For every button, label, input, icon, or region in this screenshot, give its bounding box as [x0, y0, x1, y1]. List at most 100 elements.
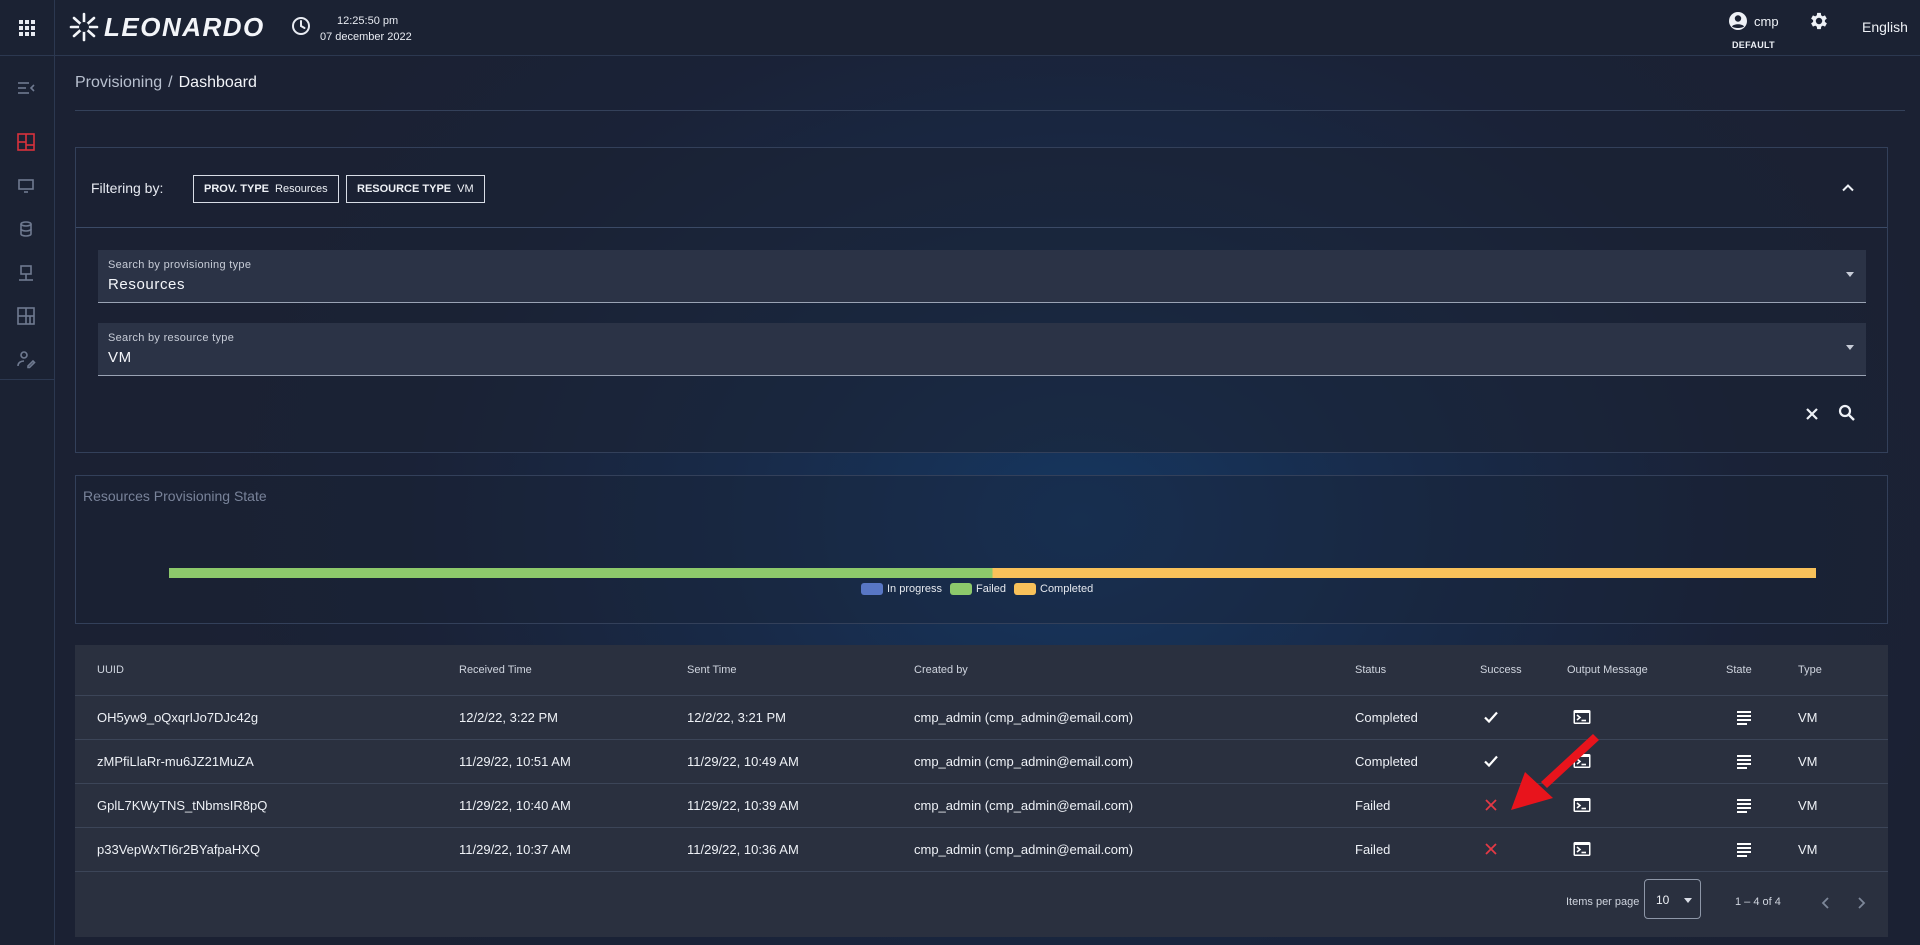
filter-chip-resource-type[interactable]: RESOURCE TYPE VM: [346, 175, 485, 203]
cell-type: VM: [1798, 710, 1818, 725]
clock-icon: [292, 17, 310, 35]
header-created-by[interactable]: Created by: [914, 664, 968, 676]
language-selector[interactable]: English: [1862, 19, 1908, 35]
cell-created-by: cmp_admin (cmp_admin@email.com): [914, 710, 1134, 725]
cell-status: Failed: [1355, 798, 1391, 813]
legend-label: Failed: [976, 583, 1006, 595]
cell-received-time: 11/29/22, 10:37 AM: [459, 842, 571, 857]
cell-created-by: cmp_admin (cmp_admin@email.com): [914, 842, 1134, 857]
table-row[interactable]: zMPfiLlaRr-mu6JZ21MuZA 11/29/22, 10:51 AM…: [75, 739, 1888, 783]
gear-icon[interactable]: [1808, 10, 1830, 32]
dashboard-icon[interactable]: [14, 130, 38, 154]
cell-uuid: p33VepWxTI6r2BYafpaHXQ: [97, 842, 261, 857]
user-menu[interactable]: cmp DEFAULT: [1726, 10, 1780, 52]
header-success[interactable]: Success: [1480, 664, 1522, 676]
current-time: 12:25:50 pm: [337, 15, 399, 27]
cell-received-time: 11/29/22, 10:40 AM: [459, 798, 571, 813]
chevron-up-icon[interactable]: [1838, 178, 1858, 198]
bar-segment-failed[interactable]: [169, 568, 993, 578]
resource-type-select[interactable]: Search by resource type VM: [98, 323, 1866, 376]
legend-swatch: [861, 583, 883, 595]
items-per-page-value: 10: [1656, 893, 1670, 907]
workstation-icon[interactable]: [14, 261, 38, 285]
legend-item-failed[interactable]: Failed: [950, 583, 1006, 595]
bar-segment-completed[interactable]: [992, 568, 1817, 578]
list-lines-icon[interactable]: [1734, 751, 1754, 771]
check-icon: [1484, 711, 1498, 724]
provisioning-type-select[interactable]: Search by provisioning type Resources: [98, 250, 1866, 303]
legend-label: Completed: [1040, 583, 1094, 595]
legend-swatch: [1014, 583, 1036, 595]
list-lines-icon[interactable]: [1734, 707, 1754, 727]
terminal-icon[interactable]: [1572, 839, 1592, 859]
cell-type: VM: [1798, 754, 1818, 769]
breadcrumb-divider: [75, 110, 1905, 111]
current-date: 07 december 2022: [320, 31, 412, 43]
table-header: UUID Received Time Sent Time Created by …: [75, 645, 1888, 695]
legend-item-completed[interactable]: Completed: [1014, 583, 1093, 595]
field-value: Resources: [108, 276, 186, 293]
header-type[interactable]: Type: [1798, 664, 1822, 676]
pagination-range: 1 – 4 of 4: [1735, 896, 1781, 908]
chip-key: RESOURCE TYPE: [357, 183, 452, 195]
legend-item-in-progress[interactable]: In progress: [861, 583, 942, 595]
collapse-menu-icon[interactable]: [14, 76, 38, 100]
provisioning-state-chart: [169, 568, 1817, 578]
provisioning-table: UUID Received Time Sent Time Created by …: [75, 645, 1888, 937]
cell-created-by: cmp_admin (cmp_admin@email.com): [914, 798, 1134, 813]
monitor-icon[interactable]: [14, 174, 38, 198]
chevron-left-icon[interactable]: [1817, 894, 1835, 912]
filter-label: Filtering by:: [91, 180, 164, 196]
top-bar: LEONARDO 12:25:50 pm 07 december 2022 cm…: [0, 0, 1920, 56]
red-arrow-icon: [1511, 734, 1599, 810]
sidebar-divider: [0, 379, 55, 380]
database-icon[interactable]: [14, 217, 38, 241]
cell-uuid: zMPfiLlaRr-mu6JZ21MuZA: [97, 754, 254, 769]
user-role: DEFAULT: [1732, 40, 1775, 50]
items-per-page-select[interactable]: 10: [1644, 879, 1701, 919]
field-label: Search by provisioning type: [108, 259, 252, 271]
breadcrumb-separator: /: [168, 74, 173, 91]
cell-received-time: 11/29/22, 10:51 AM: [459, 754, 571, 769]
header-state[interactable]: State: [1726, 664, 1752, 676]
user-name: cmp: [1754, 14, 1779, 29]
header-uuid[interactable]: UUID: [97, 664, 124, 676]
filter-panel: Filtering by: PROV. TYPE Resources RESOUR…: [75, 147, 1888, 453]
search-icon[interactable]: [1837, 403, 1857, 423]
cross-icon: [1485, 843, 1497, 855]
breadcrumb: Provisioning / Dashboard: [75, 74, 257, 92]
clear-icon[interactable]: [1802, 404, 1822, 424]
chevron-right-icon[interactable]: [1852, 894, 1870, 912]
apps-grid-icon[interactable]: [14, 15, 40, 41]
cell-status: Completed: [1355, 754, 1418, 769]
table-row[interactable]: OH5yw9_oQxqrIJo7DJc42g 12/2/22, 3:22 PM 12…: [75, 695, 1888, 739]
legend-label: In progress: [887, 583, 943, 595]
breadcrumb-provisioning[interactable]: Provisioning: [75, 74, 162, 91]
account-circle-icon: [1729, 12, 1747, 30]
header-status[interactable]: Status: [1355, 664, 1386, 676]
sidebar: [0, 56, 55, 945]
chart-panel: Resources Provisioning State In progress…: [75, 475, 1888, 624]
table-row[interactable]: GplL7KWyTNS_tNbmsIR8pQ 11/29/22, 10:40 AM…: [75, 783, 1888, 827]
leonardo-logo[interactable]: LEONARDO: [68, 9, 265, 45]
cross-icon: [1485, 799, 1497, 811]
dropdown-caret-icon: [1846, 272, 1854, 277]
chip-value: VM: [457, 183, 474, 195]
user-settings-icon[interactable]: [14, 347, 38, 371]
legend-swatch: [950, 583, 973, 595]
list-lines-icon[interactable]: [1734, 839, 1754, 859]
filter-chip-prov-type[interactable]: PROV. TYPE Resources: [193, 175, 339, 203]
cell-type: VM: [1798, 798, 1818, 813]
field-label: Search by resource type: [108, 332, 235, 344]
breadcrumb-current: Dashboard: [178, 74, 257, 91]
dropdown-caret-icon: [1684, 898, 1692, 903]
layout-icon[interactable]: [14, 304, 38, 328]
cell-status: Completed: [1355, 710, 1418, 725]
field-value: VM: [108, 349, 132, 366]
header-received-time[interactable]: Received Time: [459, 664, 532, 676]
terminal-icon[interactable]: [1572, 707, 1592, 727]
header-output-message[interactable]: Output Message: [1567, 664, 1648, 676]
table-row[interactable]: p33VepWxTI6r2BYafpaHXQ 11/29/22, 10:37 AM…: [75, 827, 1888, 871]
header-sent-time[interactable]: Sent Time: [687, 664, 737, 676]
list-lines-icon[interactable]: [1734, 795, 1754, 815]
